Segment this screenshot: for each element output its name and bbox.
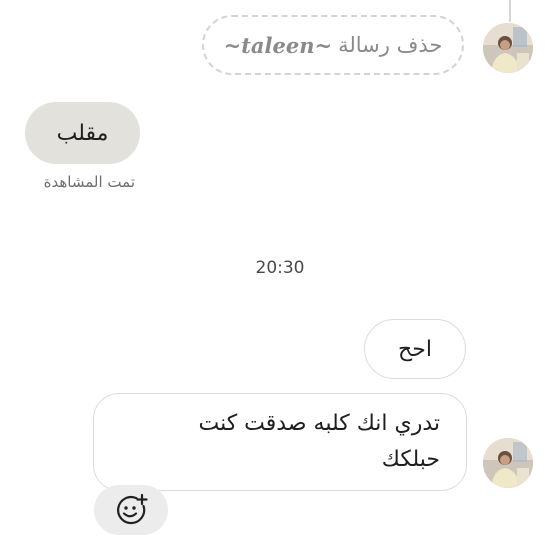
received-message-line: حبلكك	[381, 447, 440, 472]
received-message-line: تدري انك كلبه صدقت كنت	[198, 411, 440, 436]
sent-message-bubble[interactable]: مقلب	[25, 102, 140, 164]
chat-screen: حذف رسالة ~taleen~ مقلب تمت المشاهدة 20:…	[0, 0, 560, 560]
sender-avatar[interactable]	[483, 438, 533, 488]
avatar-photo-icon	[483, 438, 533, 488]
deleted-message-pill: حذف رسالة ~taleen~	[202, 15, 464, 75]
sent-message-text: مقلب	[56, 120, 109, 146]
avatar-photo-icon	[483, 23, 533, 73]
add-reaction-button[interactable]	[94, 485, 168, 535]
add-reaction-smiley-icon	[117, 493, 148, 525]
message-timestamp: 20:30	[255, 258, 305, 278]
sender-avatar[interactable]	[483, 23, 533, 73]
scroll-edge-line	[509, 0, 511, 22]
deleted-message-label: حذف رسالة	[338, 33, 443, 57]
received-message-text: احح	[398, 336, 432, 362]
received-message-bubble[interactable]: تدري انك كلبه صدقت كنت حبلكك	[93, 393, 467, 491]
received-message-bubble[interactable]: احح	[364, 319, 466, 379]
seen-status: تمت المشاهدة	[43, 173, 135, 191]
deleted-message-sender: ~taleen~	[223, 32, 333, 58]
